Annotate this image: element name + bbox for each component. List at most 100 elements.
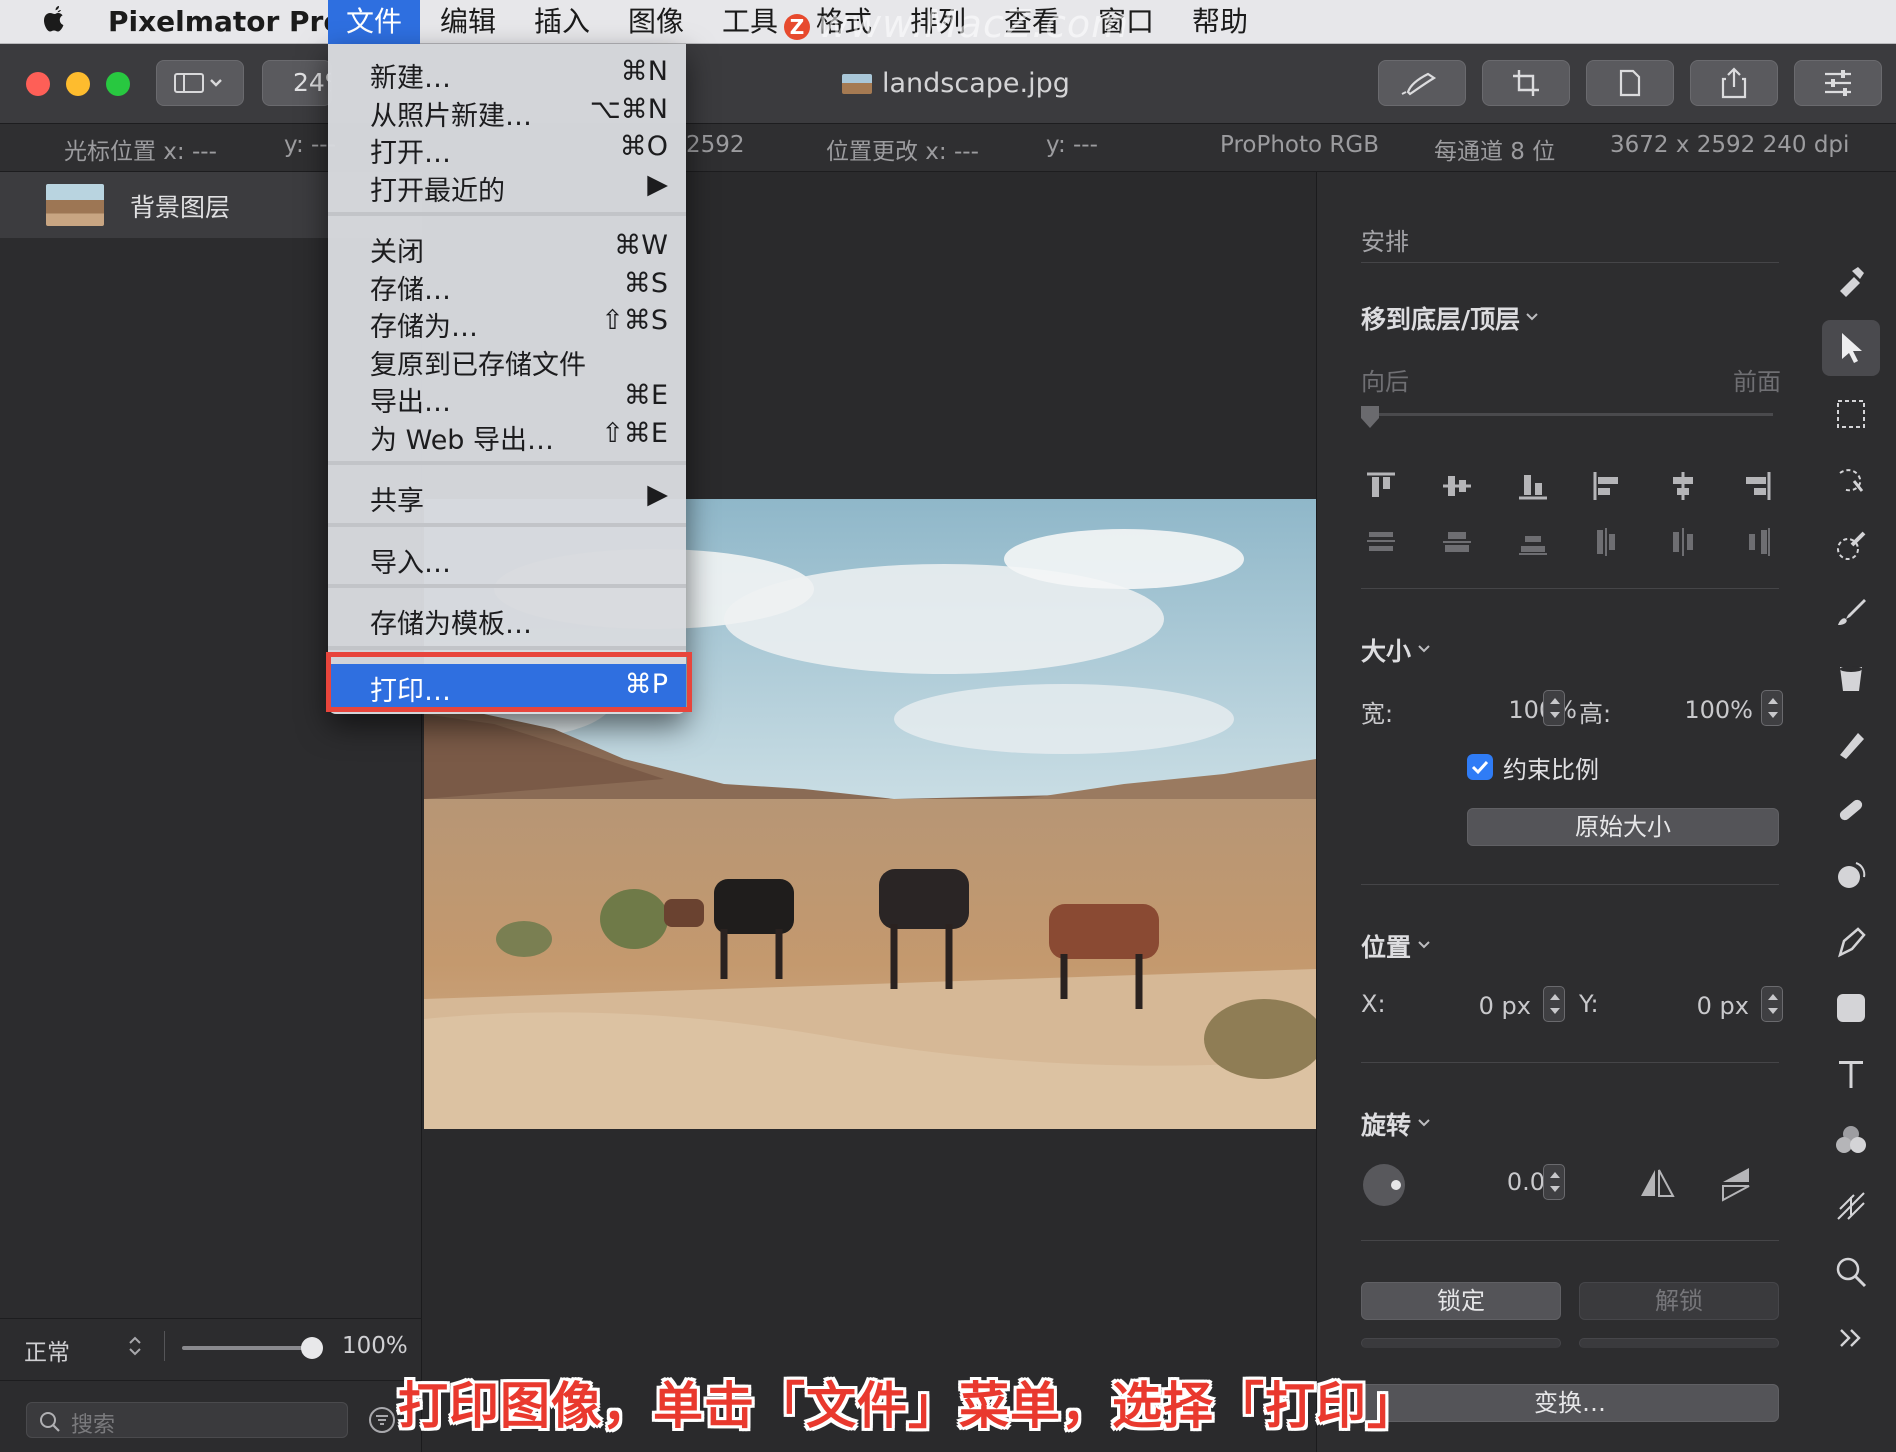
color-adjust-tool[interactable]: [1822, 1112, 1880, 1168]
lock-button[interactable]: 锁定: [1361, 1282, 1561, 1320]
layer-search-input[interactable]: 搜索: [26, 1402, 348, 1438]
height-field[interactable]: 100%: [1643, 696, 1753, 724]
type-tool[interactable]: [1822, 1046, 1880, 1102]
menu-tools[interactable]: 工具: [712, 0, 788, 44]
menu-separator: [328, 522, 686, 527]
quick-select-tool[interactable]: [1822, 452, 1880, 508]
menu-separator: [328, 212, 686, 216]
menu-item[interactable]: 导出… ⌘E: [328, 378, 686, 418]
menu-item[interactable]: 为 Web 导出… ⇧⌘E: [328, 416, 686, 456]
select-tool[interactable]: [1822, 320, 1880, 376]
menu-item[interactable]: 关闭 ⌘W: [328, 228, 686, 268]
info-bar: 光标位置 x: --- y: --- 2592 位置更改 x: --- y: -…: [0, 124, 1896, 172]
retouch-tool[interactable]: [1822, 782, 1880, 838]
y-stepper[interactable]: [1761, 986, 1783, 1022]
menu-insert[interactable]: 插入: [524, 0, 600, 44]
menu-item[interactable]: 导入…: [328, 539, 686, 579]
menu-item-shortcut: ⌘S: [623, 267, 668, 299]
transform-button[interactable]: 变换…: [1361, 1384, 1779, 1422]
y-field[interactable]: 0 px: [1643, 992, 1749, 1020]
menu-item-shortcut: ▶: [647, 479, 668, 510]
menu-file[interactable]: 文件: [328, 0, 420, 44]
minimize-window-button[interactable]: [66, 72, 90, 96]
apple-menu-icon[interactable]: [40, 4, 70, 40]
menu-item[interactable]: 共享 ▶: [328, 477, 686, 517]
menu-item-label: 存储为…: [370, 312, 478, 343]
align-right-icon[interactable]: [1739, 468, 1775, 504]
erase-tool[interactable]: [1822, 716, 1880, 772]
more-tools[interactable]: [1822, 1310, 1880, 1366]
distribute-bottom-icon[interactable]: [1515, 524, 1551, 560]
menu-item-label: 存储…: [370, 274, 451, 306]
arrange-tool[interactable]: [1822, 252, 1880, 308]
color-select-tool[interactable]: [1822, 518, 1880, 574]
zoom-window-button[interactable]: [106, 72, 130, 96]
flip-horizontal-icon[interactable]: [1637, 1164, 1677, 1204]
opacity-slider-knob[interactable]: [301, 1337, 323, 1359]
pen-tool[interactable]: [1822, 914, 1880, 970]
width-stepper[interactable]: [1543, 690, 1565, 726]
menu-item[interactable]: 存储为模板…: [328, 600, 686, 640]
distribute-top-icon[interactable]: [1363, 524, 1399, 560]
paint-tool[interactable]: [1822, 584, 1880, 640]
order-slider-knob[interactable]: [1359, 404, 1381, 430]
menu-separator: [328, 584, 686, 588]
menu-item-shortcut: ⌥⌘N: [589, 93, 668, 125]
sidebar-toggle-button[interactable]: [156, 60, 244, 106]
forward-label: 前面: [1733, 368, 1781, 396]
zoom-tool[interactable]: [1822, 1244, 1880, 1300]
align-bottom-icon[interactable]: [1515, 468, 1551, 504]
menu-item[interactable]: 从照片新建… ⌥⌘N: [328, 92, 686, 132]
opacity-slider-track[interactable]: [182, 1346, 312, 1350]
repair-tool-button[interactable]: [1378, 60, 1466, 106]
menu-item[interactable]: 打开… ⌘O: [328, 129, 686, 169]
adjustments-button[interactable]: [1794, 60, 1882, 106]
app-menu[interactable]: Pixelmator Pro: [98, 0, 353, 44]
share-button[interactable]: [1690, 60, 1778, 106]
rotation-stepper[interactable]: [1543, 1164, 1565, 1200]
filter-icon[interactable]: [368, 1406, 396, 1434]
menu-item[interactable]: 打开最近的 ▶: [328, 167, 686, 207]
menu-image[interactable]: 图像: [618, 0, 694, 44]
height-stepper[interactable]: [1761, 690, 1783, 726]
distribute-middle-icon[interactable]: [1439, 524, 1475, 560]
align-left-icon[interactable]: [1589, 468, 1625, 504]
menu-item[interactable]: 复原到已存储文件: [328, 341, 686, 381]
menu-help[interactable]: 帮助: [1182, 0, 1258, 44]
rotation-dial[interactable]: [1361, 1162, 1407, 1208]
menu-item[interactable]: 新建… ⌘N: [328, 54, 686, 94]
distribute-right-icon[interactable]: [1739, 524, 1775, 560]
menu-edit[interactable]: 编辑: [430, 0, 506, 44]
constrain-checkbox[interactable]: [1467, 754, 1493, 780]
distribute-center-icon[interactable]: [1665, 524, 1701, 560]
rect-select-tool[interactable]: [1822, 386, 1880, 442]
close-window-button[interactable]: [26, 72, 50, 96]
align-vertical-center-icon[interactable]: [1439, 468, 1475, 504]
unlock-button[interactable]: 解锁: [1579, 1282, 1779, 1320]
shape-tool[interactable]: [1822, 980, 1880, 1036]
move-section-title[interactable]: 移到底层/顶层: [1361, 300, 1520, 336]
size-section-title[interactable]: 大小: [1361, 632, 1411, 668]
x-field[interactable]: 0 px: [1467, 992, 1531, 1020]
rotate-section-title[interactable]: 旋转: [1361, 1106, 1411, 1142]
align-horizontal-center-icon[interactable]: [1665, 468, 1701, 504]
document-settings-button[interactable]: [1586, 60, 1674, 106]
zoom-level-button[interactable]: 24%: [262, 60, 332, 106]
distribute-left-icon[interactable]: [1589, 524, 1625, 560]
flip-vertical-icon[interactable]: [1717, 1164, 1757, 1204]
menu-item-label: 导出…: [370, 387, 451, 418]
highlight-annotation-frame: [326, 652, 692, 712]
distort-tool[interactable]: [1822, 848, 1880, 904]
align-top-icon[interactable]: [1363, 468, 1399, 504]
original-size-button[interactable]: 原始大小: [1467, 808, 1779, 846]
menu-item[interactable]: 存储… ⌘S: [328, 266, 686, 306]
menu-item[interactable]: 存储为… ⇧⌘S: [328, 303, 686, 343]
x-stepper[interactable]: [1543, 986, 1565, 1022]
blend-mode-select[interactable]: 正常: [24, 1333, 70, 1367]
order-slider-track[interactable]: [1369, 413, 1773, 416]
tutorial-caption: 打印图像，单击「文件」菜单，选择「打印」: [398, 1377, 1418, 1435]
position-section-title[interactable]: 位置: [1361, 928, 1411, 964]
fill-tool[interactable]: [1822, 650, 1880, 706]
crop-button[interactable]: [1482, 60, 1570, 106]
sharpen-tool[interactable]: [1822, 1178, 1880, 1234]
